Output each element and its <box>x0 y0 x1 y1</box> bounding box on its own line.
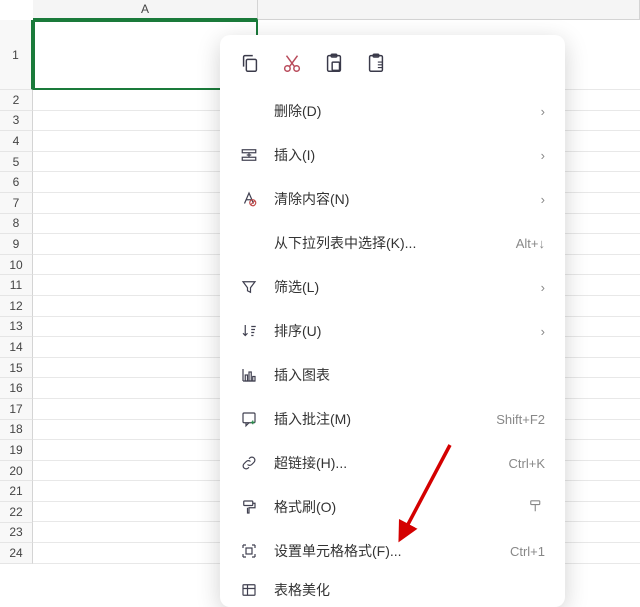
cell-format-icon <box>238 540 260 562</box>
row-header[interactable]: 12 <box>0 296 33 317</box>
menu-clear-content[interactable]: 清除内容(N) › <box>220 177 565 221</box>
menu-hyperlink[interactable]: 超链接(H)... Ctrl+K <box>220 441 565 485</box>
column-header-a[interactable]: A <box>33 0 258 20</box>
menu-label: 清除内容(N) <box>274 189 541 209</box>
menu-label: 插入图表 <box>274 365 545 385</box>
menu-table-beautify[interactable]: 表格美化 <box>220 573 565 607</box>
menu-insert[interactable]: 插入(I) › <box>220 133 565 177</box>
menu-label: 排序(U) <box>274 321 541 341</box>
row-header[interactable]: 5 <box>0 152 33 173</box>
chevron-right-icon: › <box>541 280 545 295</box>
chart-icon <box>238 364 260 386</box>
row-header[interactable]: 3 <box>0 111 33 132</box>
row-header[interactable]: 6 <box>0 172 33 193</box>
paste-special-icon[interactable] <box>364 51 388 75</box>
link-icon <box>238 452 260 474</box>
copy-icon[interactable] <box>238 51 262 75</box>
menu-label: 从下拉列表中选择(K)... <box>274 233 516 253</box>
format-painter-icon <box>238 496 260 518</box>
row-header[interactable]: 8 <box>0 214 33 235</box>
chevron-right-icon: › <box>541 192 545 207</box>
menu-sort[interactable]: 排序(U) › <box>220 309 565 353</box>
context-menu: 删除(D) › 插入(I) › 清除内容(N) › 从下拉列表中选择(K)...… <box>220 35 565 607</box>
menu-format-painter[interactable]: 格式刷(O) <box>220 485 565 529</box>
chevron-right-icon: › <box>541 104 545 119</box>
row-header[interactable]: 11 <box>0 275 33 296</box>
filter-icon <box>238 276 260 298</box>
row-header[interactable]: 18 <box>0 420 33 441</box>
context-toolbar <box>220 47 565 89</box>
menu-dropdown-select[interactable]: 从下拉列表中选择(K)... Alt+↓ <box>220 221 565 265</box>
row-header[interactable]: 21 <box>0 481 33 502</box>
menu-label: 设置单元格格式(F)... <box>274 541 510 561</box>
menu-delete[interactable]: 删除(D) › <box>220 89 565 133</box>
menu-insert-chart[interactable]: 插入图表 <box>220 353 565 397</box>
shortcut-text: Alt+↓ <box>516 236 545 251</box>
cut-icon[interactable] <box>280 51 304 75</box>
menu-label: 超链接(H)... <box>274 453 509 473</box>
format-painter-aux-icon <box>527 497 545 518</box>
row-header[interactable]: 9 <box>0 234 33 255</box>
table-beautify-icon <box>238 579 260 601</box>
menu-label: 插入(I) <box>274 145 541 165</box>
row-header-1[interactable]: 1 <box>0 20 33 90</box>
row-header[interactable]: 4 <box>0 131 33 152</box>
dropdown-select-icon <box>238 232 260 254</box>
row-header[interactable]: 22 <box>0 502 33 523</box>
delete-icon <box>238 100 260 122</box>
menu-label: 插入批注(M) <box>274 409 496 429</box>
clear-icon <box>238 188 260 210</box>
menu-label: 表格美化 <box>274 580 545 600</box>
row-header[interactable]: 16 <box>0 378 33 399</box>
shortcut-text: Shift+F2 <box>496 412 545 427</box>
chevron-right-icon: › <box>541 148 545 163</box>
row-header[interactable]: 17 <box>0 399 33 420</box>
menu-label: 筛选(L) <box>274 277 541 297</box>
menu-filter[interactable]: 筛选(L) › <box>220 265 565 309</box>
chevron-right-icon: › <box>541 324 545 339</box>
menu-label: 格式刷(O) <box>274 497 527 517</box>
row-header[interactable]: 7 <box>0 193 33 214</box>
insert-icon <box>238 144 260 166</box>
column-header-b[interactable] <box>258 0 640 20</box>
row-header[interactable]: 23 <box>0 523 33 544</box>
row-header[interactable]: 14 <box>0 337 33 358</box>
shortcut-text: Ctrl+1 <box>510 544 545 559</box>
paste-icon[interactable] <box>322 51 346 75</box>
row-header[interactable]: 19 <box>0 440 33 461</box>
sort-icon <box>238 320 260 342</box>
comment-icon <box>238 408 260 430</box>
shortcut-text: Ctrl+K <box>509 456 545 471</box>
menu-insert-comment[interactable]: 插入批注(M) Shift+F2 <box>220 397 565 441</box>
row-header[interactable]: 2 <box>0 90 33 111</box>
row-header[interactable]: 10 <box>0 255 33 276</box>
menu-label: 删除(D) <box>274 101 541 121</box>
row-header[interactable]: 15 <box>0 358 33 379</box>
menu-cell-format[interactable]: 设置单元格格式(F)... Ctrl+1 <box>220 529 565 573</box>
row-header[interactable]: 20 <box>0 461 33 482</box>
row-header[interactable]: 24 <box>0 543 33 564</box>
row-header[interactable]: 13 <box>0 317 33 338</box>
